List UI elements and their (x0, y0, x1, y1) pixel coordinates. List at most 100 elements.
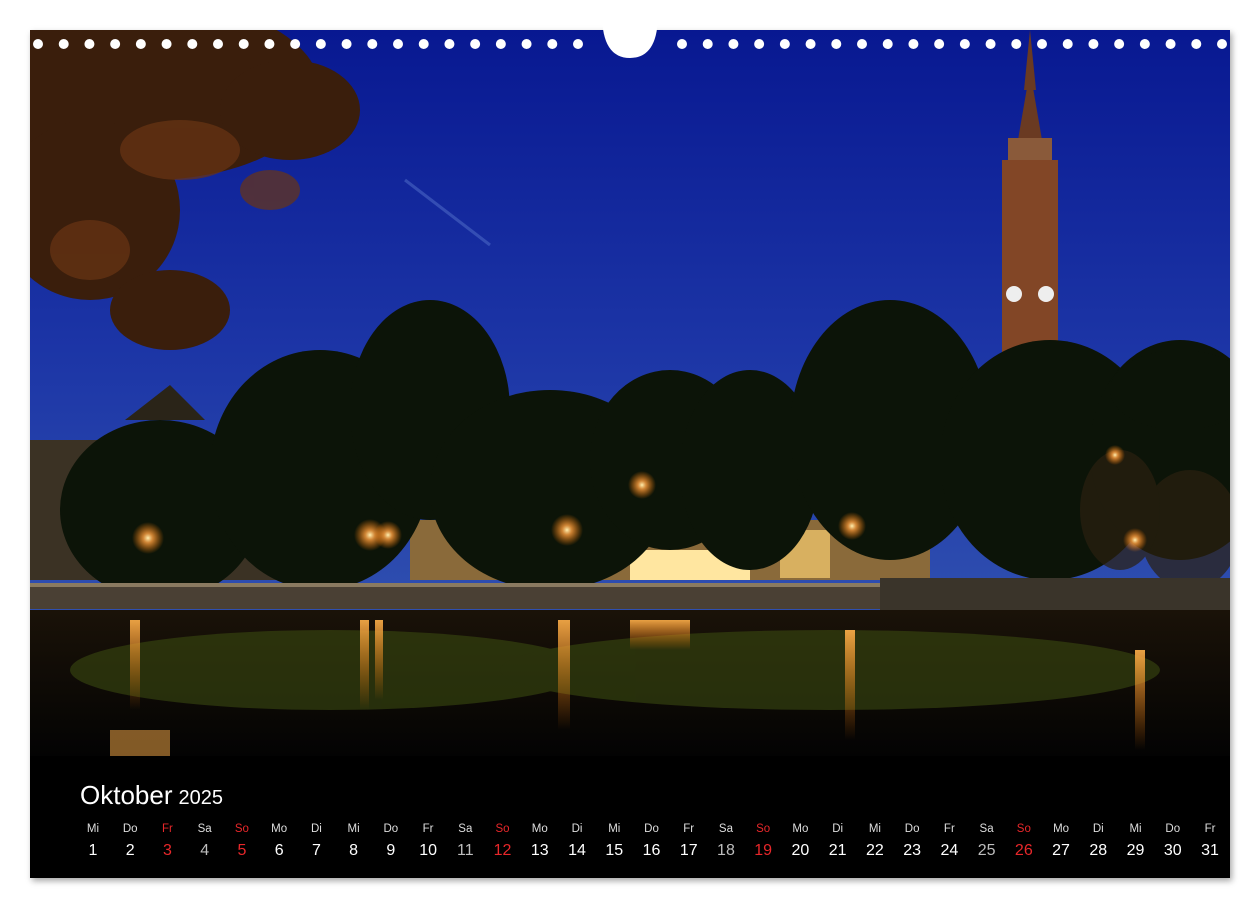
day-number: 11 (457, 842, 474, 859)
day-cell: Do 9 (373, 820, 409, 864)
day-number: 28 (1089, 842, 1108, 859)
day-cell: Mo 27 (1043, 820, 1079, 864)
weekday-label: Mo (271, 823, 288, 835)
weekday-label: Do (904, 823, 920, 835)
weekday-label: Fr (1204, 823, 1216, 835)
day-cell: So 12 (485, 820, 521, 864)
day-cell: Mi 8 (336, 820, 372, 864)
night-town-photo (30, 30, 1230, 756)
day-cell: Do 30 (1155, 820, 1191, 864)
day-cell: Di 28 (1080, 820, 1116, 864)
weekday-label: Mo (1053, 823, 1070, 835)
day-number: 9 (386, 842, 396, 859)
day-number: 23 (903, 842, 922, 859)
day-number: 8 (349, 842, 359, 859)
weekday-label: So (756, 823, 771, 835)
weekday-label: Do (1165, 823, 1181, 835)
weekday-label: Mo (792, 823, 809, 835)
day-strip: Mi 1 Do 2 Fr 3 Sa 4 So 5 Mo 6 Di 7 Mi 8 Do 9 Fr 10 Sa 11 So 12 M… (75, 820, 1219, 870)
day-number: 12 (493, 842, 512, 859)
weekday-label: Mi (608, 823, 621, 835)
day-cell: So 5 (224, 820, 260, 864)
hanger-notch (602, 14, 658, 58)
calendar-page: Oktober 2025 Mi 1 Do 2 Fr 3 Sa 4 So 5 Mo 6 Di 7 Mi 8 Do 9 F… (30, 30, 1230, 878)
day-number: 16 (642, 842, 661, 859)
weekday-label: So (1016, 823, 1031, 835)
day-number: 5 (237, 842, 247, 859)
day-number: 6 (274, 842, 284, 859)
weekday-label: Mo (531, 823, 548, 835)
day-number: 24 (940, 842, 959, 859)
day-cell: Fr 17 (671, 820, 707, 864)
day-cell: Mi 22 (857, 820, 893, 864)
day-cell: Fr 10 (410, 820, 446, 864)
day-cell: Mi 15 (596, 820, 632, 864)
weekday-label: Sa (458, 823, 473, 835)
day-number: 22 (865, 842, 884, 859)
calendar-bar: Oktober 2025 Mi 1 Do 2 Fr 3 Sa 4 So 5 Mo 6 Di 7 Mi 8 Do 9 F… (30, 756, 1230, 878)
day-cell: Fr 24 (931, 820, 967, 864)
weekday-label: Fr (422, 823, 434, 835)
month-name: Oktober (80, 780, 173, 810)
weekday-label: Sa (197, 823, 212, 835)
month-title: Oktober 2025 (80, 780, 223, 811)
weekday-label: Fr (162, 823, 173, 835)
day-number: 14 (568, 842, 586, 859)
weekday-label: Di (310, 823, 322, 835)
weekday-label: Mi (347, 823, 360, 835)
day-cell: Do 23 (894, 820, 930, 864)
day-number: 10 (419, 842, 437, 859)
day-number: 20 (791, 842, 810, 859)
day-number: 26 (1014, 842, 1033, 859)
day-cell: Di 14 (559, 820, 595, 864)
day-number: 31 (1201, 842, 1219, 859)
day-cell: Sa 25 (969, 820, 1005, 864)
day-cell: Mi 1 (75, 820, 111, 864)
weekday-label: Fr (943, 823, 955, 835)
weekday-label: Do (383, 823, 399, 835)
day-cell: Mo 20 (782, 820, 818, 864)
day-cell: Di 21 (820, 820, 856, 864)
day-cell: Mo 13 (522, 820, 558, 864)
day-number: 1 (88, 842, 98, 859)
day-number: 27 (1052, 842, 1070, 859)
day-number: 18 (717, 842, 735, 859)
day-cell: Di 7 (298, 820, 334, 864)
weekday-label: Sa (979, 823, 994, 835)
day-cell: Do 2 (112, 820, 148, 864)
day-number: 15 (605, 842, 624, 859)
weekday-label: So (495, 823, 510, 835)
weekday-label: Fr (683, 823, 695, 835)
day-number: 29 (1126, 842, 1145, 859)
day-cell: Fr 3 (149, 820, 185, 864)
weekday-label: Sa (718, 823, 733, 835)
year-label: 2025 (178, 787, 224, 809)
day-cell: Do 16 (634, 820, 670, 864)
weekday-label: Mi (1129, 823, 1142, 835)
weekday-label: Mi (868, 823, 881, 835)
day-number: 21 (828, 842, 847, 859)
day-cell: Sa 18 (708, 820, 744, 864)
day-cell: Sa 4 (187, 820, 223, 864)
weekday-label: Di (832, 823, 844, 835)
weekday-label: Di (1092, 823, 1104, 835)
weekday-label: Do (122, 823, 138, 835)
day-cell: So 26 (1006, 820, 1042, 864)
day-number: 4 (200, 842, 210, 859)
day-number: 13 (530, 842, 549, 859)
day-number: 30 (1163, 842, 1182, 859)
day-number: 17 (679, 842, 698, 859)
weekday-label: Do (644, 823, 659, 835)
day-number: 2 (125, 842, 135, 859)
weekday-label: Di (571, 823, 583, 835)
day-cell: Mi 29 (1118, 820, 1154, 864)
day-number: 25 (977, 842, 996, 859)
day-number: 7 (311, 842, 321, 859)
day-cell: Fr 31 (1192, 820, 1228, 864)
day-cell: So 19 (745, 820, 781, 864)
weekday-label: So (234, 823, 249, 835)
day-number: 3 (163, 842, 172, 859)
day-number: 19 (754, 842, 773, 859)
day-cell: Mo 6 (261, 820, 297, 864)
day-cell: Sa 11 (447, 820, 483, 864)
